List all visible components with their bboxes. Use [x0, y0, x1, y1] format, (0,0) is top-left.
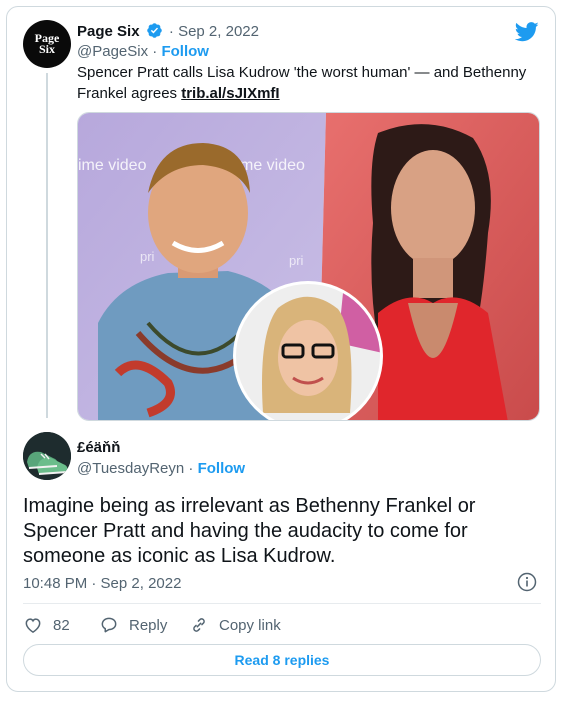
- info-icon[interactable]: [517, 572, 537, 592]
- parent-text-body: Spencer Pratt calls Lisa Kudrow 'the wor…: [77, 64, 527, 102]
- parent-tweet-text: Spencer Pratt calls Lisa Kudrow 'the wor…: [77, 62, 542, 104]
- tuesdayreyn-avatar[interactable]: [23, 432, 71, 480]
- watermark-3: pri: [140, 249, 155, 264]
- copy-link-label: Copy link: [219, 616, 281, 634]
- read-replies-button[interactable]: Read 8 replies: [23, 644, 541, 676]
- sneakers-avatar-image: [23, 432, 71, 480]
- parent-date-separator: ·: [168, 23, 179, 40]
- action-divider: [23, 603, 541, 604]
- parent-display-name[interactable]: Page Six: [77, 23, 140, 40]
- watermark-1: ime video: [78, 157, 147, 174]
- reply-handle[interactable]: @TuesdayReyn: [77, 460, 184, 477]
- follow-page-six-button[interactable]: Follow: [161, 43, 209, 60]
- woman-face: [391, 150, 475, 266]
- page-six-avatar[interactable]: Page Six: [23, 20, 71, 68]
- watermark-4: pri: [289, 253, 304, 268]
- reply-tweet-text: Imagine being as irrelevant as Bethenny …: [23, 495, 476, 567]
- parent-date[interactable]: Sep 2, 2022: [178, 23, 259, 40]
- copy-link-button[interactable]: Copy link: [189, 614, 281, 636]
- parent-handle-row: @PageSix · Follow: [77, 42, 209, 61]
- tweet-media-image[interactable]: ime video me video pri pri: [77, 112, 540, 421]
- parent-handle[interactable]: @PageSix: [77, 43, 148, 60]
- heart-icon: [25, 618, 41, 633]
- watermark-2: me video: [240, 157, 305, 174]
- reply-handle-row: @TuesdayReyn · Follow: [77, 459, 245, 478]
- media-collage: ime video me video pri pri: [78, 113, 539, 420]
- reply-handle-separator: ·: [188, 460, 198, 477]
- twitter-bird-icon[interactable]: [515, 22, 539, 42]
- reply-timestamp[interactable]: 10:48 PM · Sep 2, 2022: [23, 574, 181, 594]
- verified-badge-icon: [146, 23, 162, 38]
- reply-bubble-icon: [101, 617, 117, 633]
- like-button[interactable]: 82: [23, 614, 70, 636]
- article-link[interactable]: trib.al/sJIXmfI: [181, 85, 279, 102]
- parent-tweet-header: Page Six · Sep 2, 2022: [77, 22, 259, 41]
- avatar-text-line-2: Six: [38, 42, 55, 56]
- reply-button[interactable]: Reply: [99, 614, 167, 636]
- reply-label: Reply: [129, 616, 168, 634]
- thread-connector: [46, 73, 48, 418]
- tweet-embed-card: Page Six Page Six · Sep 2, 2022 @PageSix…: [6, 6, 556, 692]
- link-icon: [193, 618, 205, 632]
- like-count: 82: [53, 616, 70, 634]
- reply-display-name[interactable]: £éäňň: [77, 438, 120, 457]
- follow-tuesdayreyn-button[interactable]: Follow: [198, 460, 246, 477]
